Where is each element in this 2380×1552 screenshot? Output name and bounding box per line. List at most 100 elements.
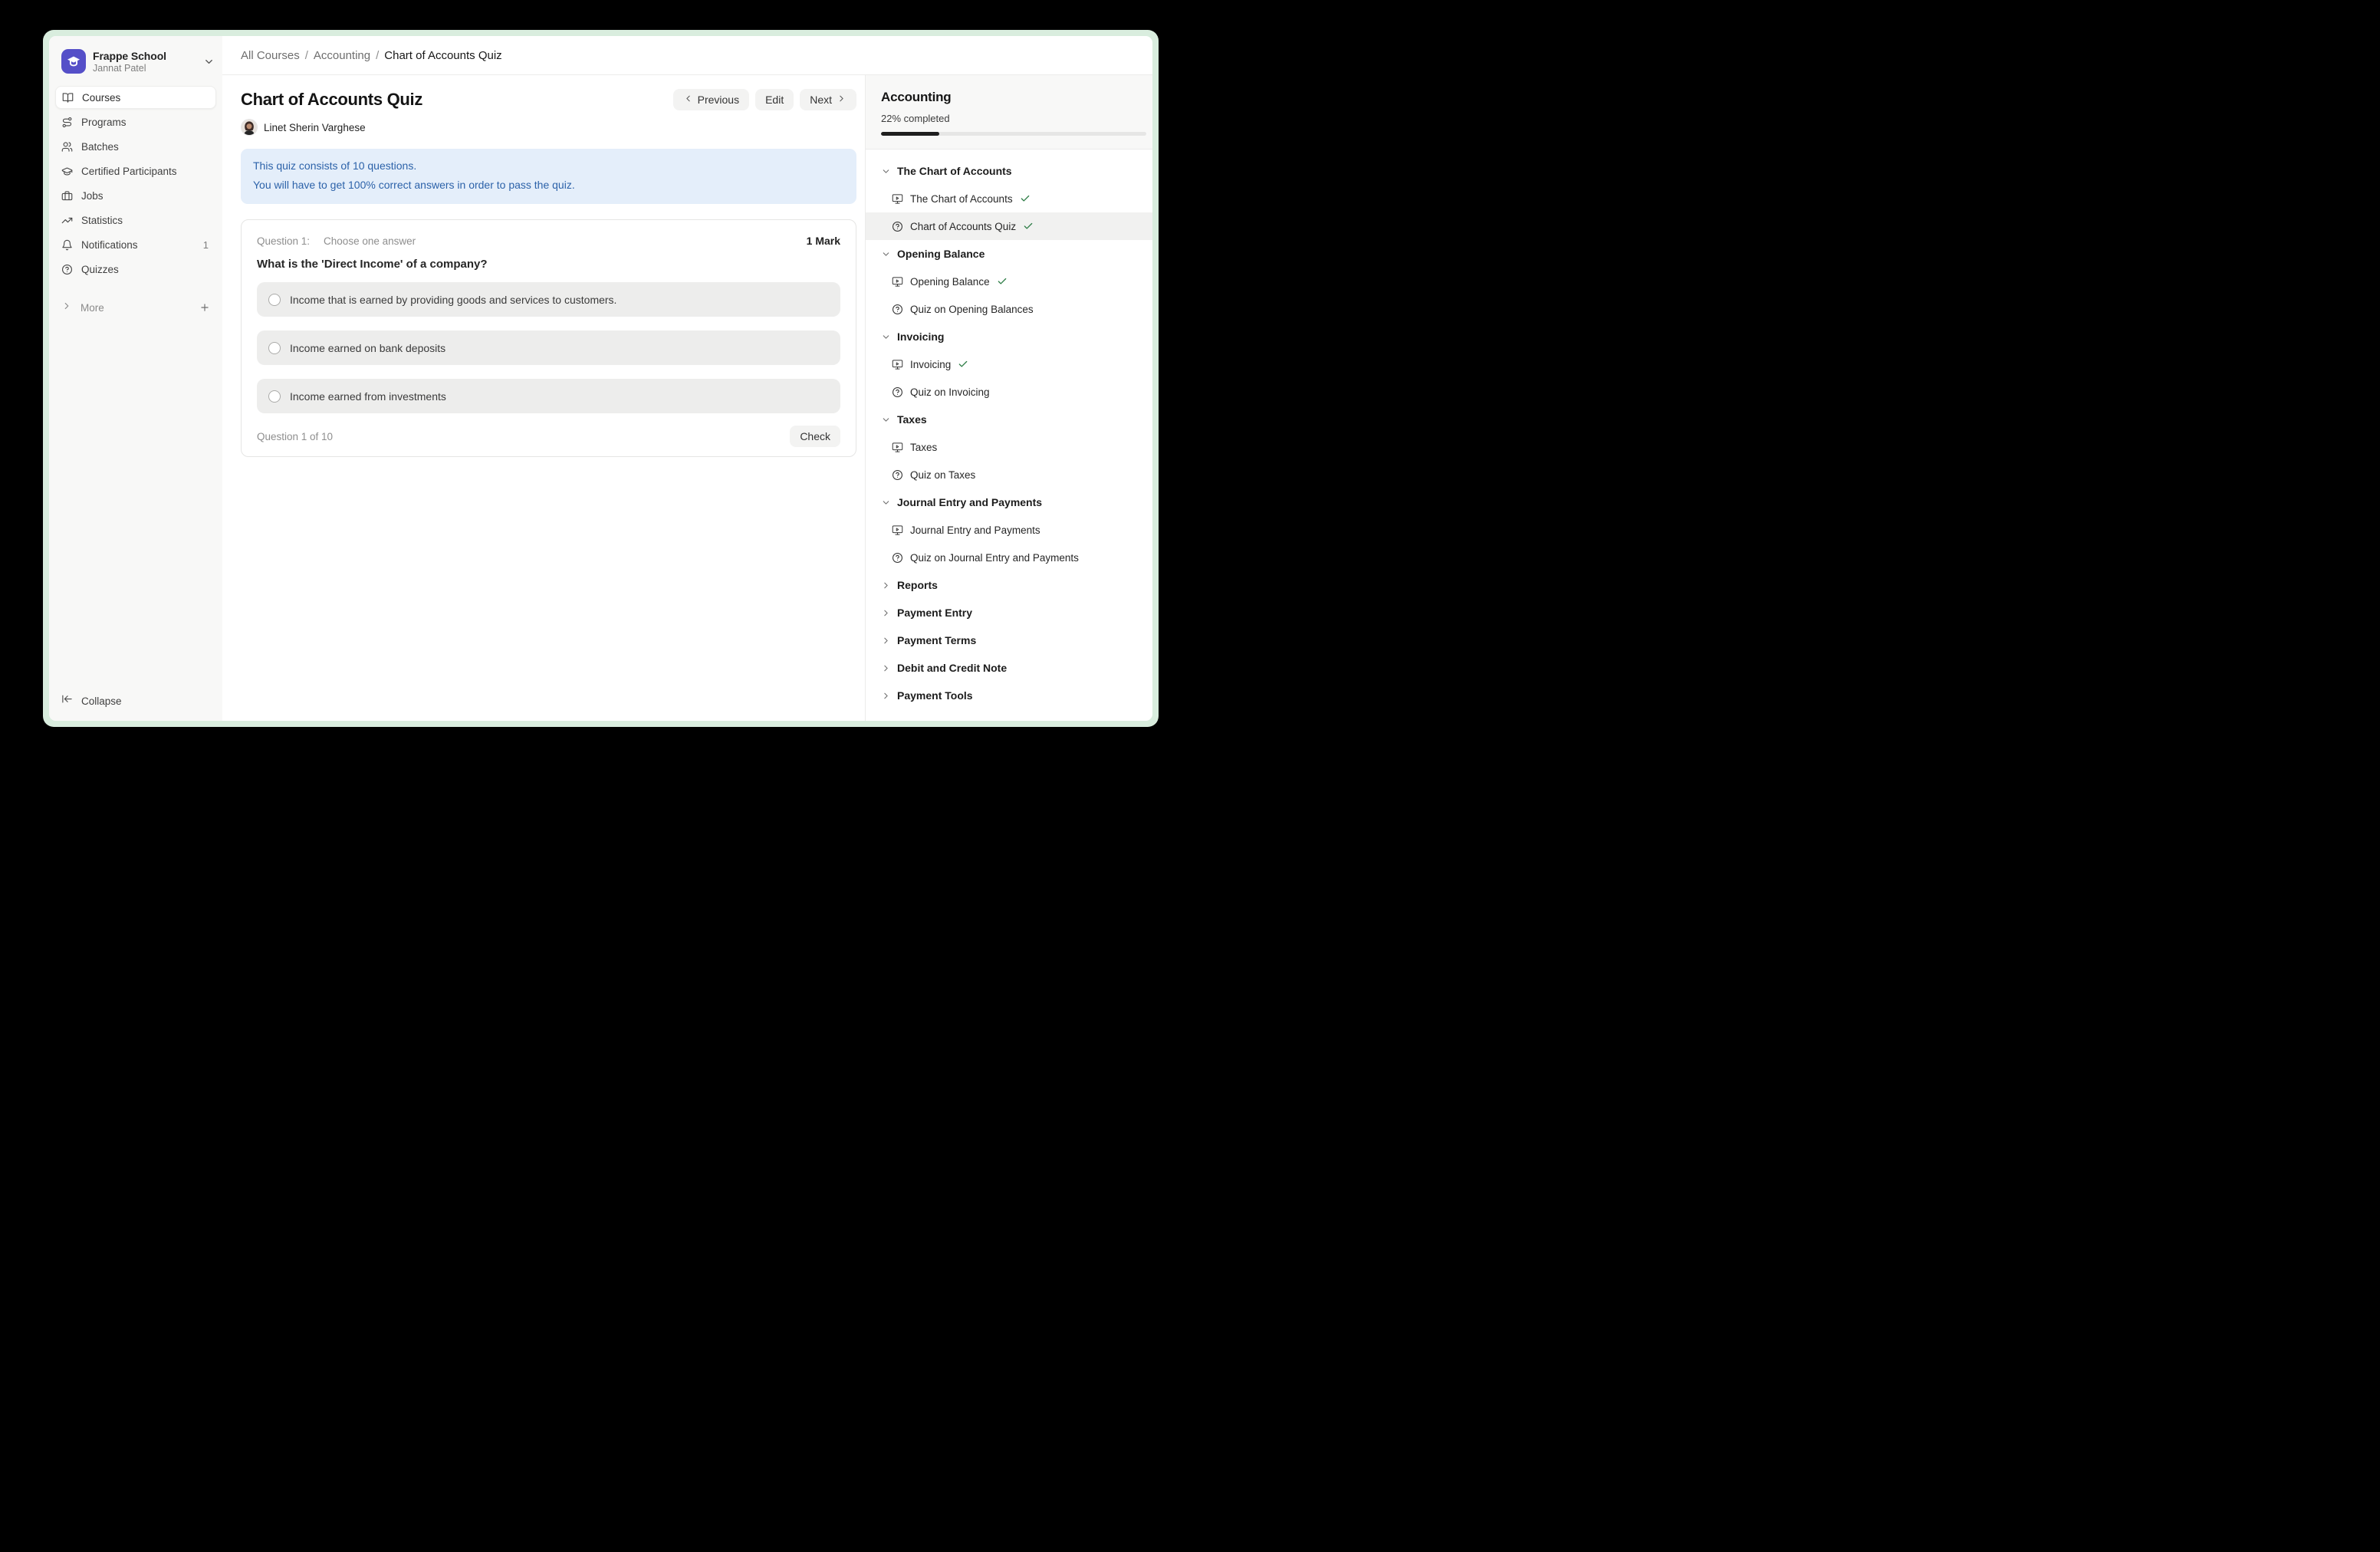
quiz-notice: This quiz consists of 10 questions. You …: [241, 149, 856, 204]
outline-item-the-chart-of-accounts[interactable]: The Chart of Accounts: [866, 185, 1152, 212]
app-window: Frappe School Jannat Patel Courses Progr…: [43, 30, 1159, 727]
outline-section-reports[interactable]: Reports: [866, 571, 1152, 599]
monitor-play-icon: [892, 193, 903, 205]
chevron-right-icon: [837, 94, 846, 106]
plus-icon[interactable]: [199, 302, 210, 313]
school-name: Frappe School: [93, 50, 196, 62]
notice-line-1: This quiz consists of 10 questions.: [253, 156, 844, 176]
help-circle-icon: [61, 264, 73, 275]
outline-section-the-chart-of-accounts[interactable]: The Chart of Accounts: [866, 157, 1152, 185]
outline-section-invoicing[interactable]: Invoicing: [866, 323, 1152, 350]
question-progress: Question 1 of 10: [257, 431, 333, 442]
main-content: Chart of Accounts Quiz Previous Edit: [222, 75, 865, 721]
sidebar-item-jobs[interactable]: Jobs: [55, 184, 216, 207]
collapse-arrow-icon: [61, 693, 73, 709]
quiz-toolbar: Previous Edit Next: [673, 89, 856, 110]
left-sidebar: Frappe School Jannat Patel Courses Progr…: [49, 36, 222, 721]
chevron-down-icon: [881, 415, 891, 425]
monitor-play-icon: [892, 442, 903, 453]
outline-section-journal-entry-and-payments[interactable]: Journal Entry and Payments: [866, 488, 1152, 516]
previous-button[interactable]: Previous: [673, 89, 749, 110]
answer-options: Income that is earned by providing goods…: [257, 282, 840, 413]
help-circle-icon: [892, 304, 903, 315]
outline-section-opening-balance[interactable]: Opening Balance: [866, 240, 1152, 268]
frappe-school-app: Frappe School Jannat Patel Courses Progr…: [49, 36, 1152, 721]
sidebar-item-batches[interactable]: Batches: [55, 135, 216, 158]
sidebar-item-quizzes[interactable]: Quizzes: [55, 258, 216, 281]
check-button[interactable]: Check: [790, 426, 840, 447]
breadcrumb-accounting[interactable]: Accounting: [314, 49, 370, 62]
sidebar-item-certified-participants[interactable]: Certified Participants: [55, 159, 216, 182]
outline-item-chart-of-accounts-quiz[interactable]: Chart of Accounts Quiz: [866, 212, 1152, 240]
sidebar-more[interactable]: More: [55, 296, 216, 319]
sidebar-item-programs[interactable]: Programs: [55, 110, 216, 133]
quiz-card: Question 1: Choose one answer 1 Mark Wha…: [241, 219, 856, 457]
author-name: Linet Sherin Varghese: [264, 122, 366, 133]
chevron-right-icon: [881, 691, 891, 701]
book-open-icon: [62, 92, 74, 104]
outline-item-invoicing[interactable]: Invoicing: [866, 350, 1152, 378]
question-marks: 1 Mark: [807, 235, 840, 247]
outline-section-taxes[interactable]: Taxes: [866, 406, 1152, 433]
outline-section-payment-terms[interactable]: Payment Terms: [866, 626, 1152, 654]
outline-item-quiz-on-opening-balances[interactable]: Quiz on Opening Balances: [866, 295, 1152, 323]
breadcrumb-chart-of-accounts-quiz: Chart of Accounts Quiz: [384, 49, 501, 62]
collapse-label: Collapse: [81, 695, 122, 707]
outline-item-quiz-on-invoicing[interactable]: Quiz on Invoicing: [866, 378, 1152, 406]
content-wrap: All Courses / Accounting / Chart of Accounts…: [222, 36, 1152, 721]
body: Chart of Accounts Quiz Previous Edit: [222, 75, 1152, 721]
outline-list: The Chart of Accounts The Chart of Accou…: [866, 150, 1152, 709]
answer-option-2[interactable]: Income earned on bank deposits: [257, 330, 840, 365]
answer-option-3[interactable]: Income earned from investments: [257, 379, 840, 413]
course-outline-panel: Accounting 22% completed The Chart of Ac…: [865, 75, 1152, 721]
help-circle-icon: [892, 221, 903, 232]
outline-item-taxes[interactable]: Taxes: [866, 433, 1152, 461]
edit-button[interactable]: Edit: [755, 89, 794, 110]
chevron-right-icon: [881, 663, 891, 673]
outline-section-payment-tools[interactable]: Payment Tools: [866, 682, 1152, 709]
chevron-right-icon: [881, 580, 891, 590]
radio-button-icon[interactable]: [268, 342, 281, 354]
help-circle-icon: [892, 386, 903, 398]
route-icon: [61, 117, 73, 128]
notification-count-badge: 1: [203, 239, 210, 251]
chevron-down-icon: [881, 166, 891, 176]
user-name: Jannat Patel: [93, 63, 196, 74]
outline-item-quiz-on-journal-entry-and-payments[interactable]: Quiz on Journal Entry and Payments: [866, 544, 1152, 571]
outline-section-debit-and-credit-note[interactable]: Debit and Credit Note: [866, 654, 1152, 682]
sidebar-item-statistics[interactable]: Statistics: [55, 209, 216, 232]
course-title: Accounting: [881, 90, 1137, 105]
bell-icon: [61, 239, 73, 251]
monitor-play-icon: [892, 359, 903, 370]
radio-button-icon[interactable]: [268, 294, 281, 306]
breadcrumb-separator: /: [305, 49, 308, 62]
graduation-cap-icon: [61, 166, 73, 177]
check-icon: [997, 276, 1008, 287]
breadcrumb-separator: /: [376, 49, 379, 62]
page-title: Chart of Accounts Quiz: [241, 90, 422, 110]
chevron-down-icon: [203, 56, 215, 67]
sidebar-item-notifications[interactable]: Notifications 1: [55, 233, 216, 256]
more-label: More: [81, 302, 191, 314]
outline-item-journal-entry-and-payments[interactable]: Journal Entry and Payments: [866, 516, 1152, 544]
sidebar-item-courses[interactable]: Courses: [55, 86, 216, 109]
outline-item-quiz-on-taxes[interactable]: Quiz on Taxes: [866, 461, 1152, 488]
outline-item-opening-balance[interactable]: Opening Balance: [866, 268, 1152, 295]
next-button[interactable]: Next: [800, 89, 856, 110]
trending-up-icon: [61, 215, 73, 226]
breadcrumb-all-courses[interactable]: All Courses: [241, 49, 300, 62]
collapse-sidebar-button[interactable]: Collapse: [55, 689, 216, 712]
radio-button-icon[interactable]: [268, 390, 281, 403]
chevron-down-icon: [881, 332, 891, 342]
question-instruction: Choose one answer: [324, 235, 416, 247]
help-circle-icon: [892, 469, 903, 481]
workspace-switcher[interactable]: Frappe School Jannat Patel: [61, 49, 215, 74]
chevron-left-icon: [683, 94, 693, 106]
workspace-text: Frappe School Jannat Patel: [93, 50, 196, 74]
monitor-play-icon: [892, 524, 903, 536]
outline-section-payment-entry[interactable]: Payment Entry: [866, 599, 1152, 626]
completed-text: 22% completed: [881, 113, 1137, 124]
answer-option-1[interactable]: Income that is earned by providing goods…: [257, 282, 840, 317]
frappe-school-logo: [61, 49, 86, 74]
check-icon: [1023, 221, 1034, 232]
